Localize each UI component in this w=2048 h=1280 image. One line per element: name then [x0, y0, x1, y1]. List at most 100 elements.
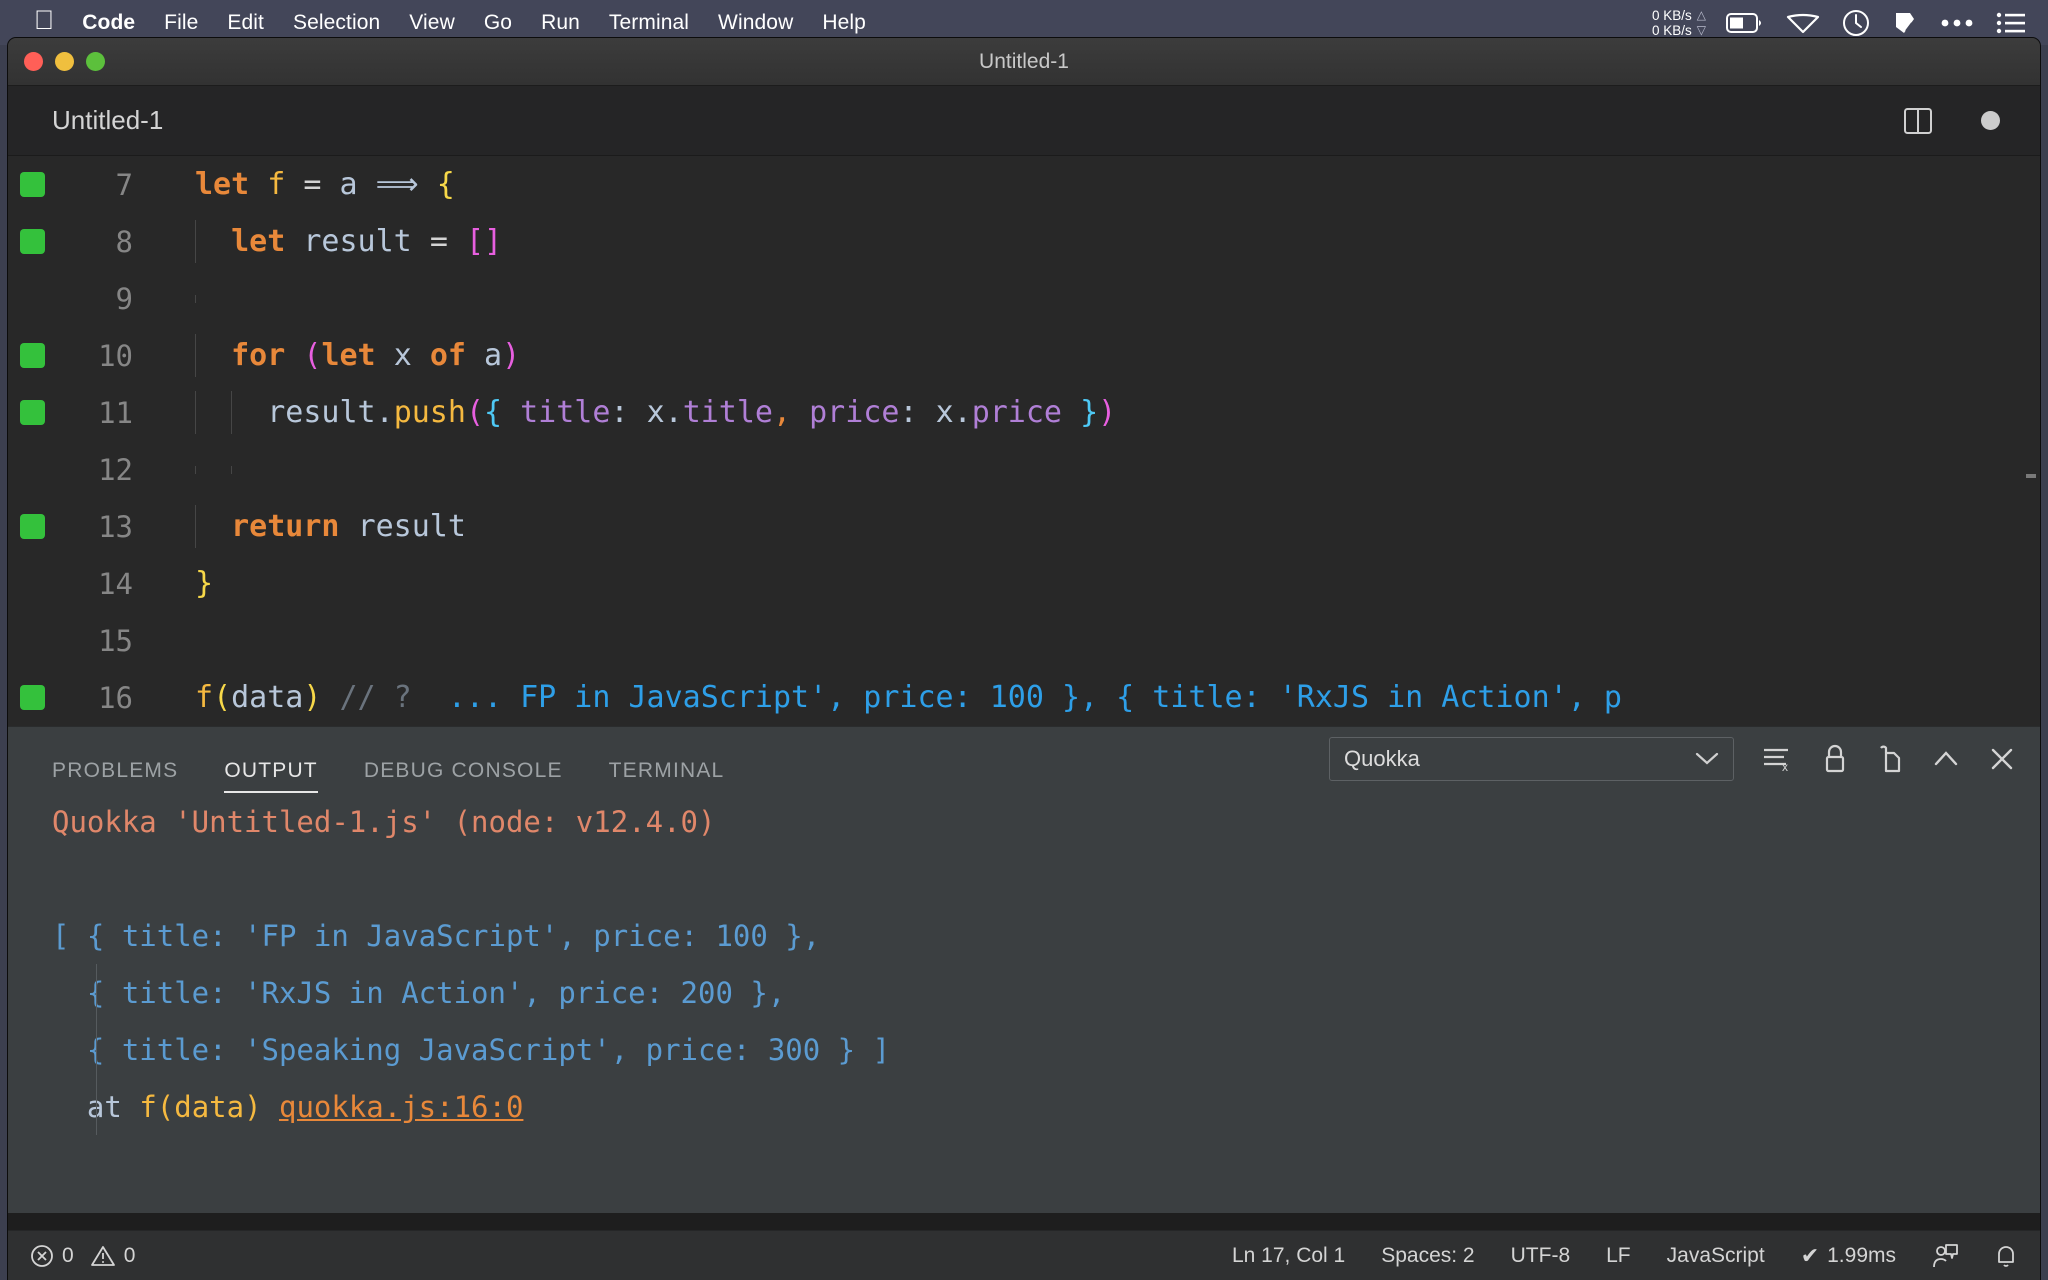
menu-item-selection[interactable]: Selection	[293, 11, 380, 35]
lock-scroll-icon[interactable]	[1822, 744, 1848, 774]
editor-scrollbar-thumb[interactable]	[2026, 474, 2036, 478]
panel-tab-debug-console[interactable]: DEBUG CONSOLE	[364, 759, 563, 793]
dropbox-icon[interactable]	[1892, 9, 1918, 37]
status-bar: 0 0 Ln 17, Col 1 Spaces: 2 UTF-8 LF Java…	[8, 1230, 2040, 1280]
menu-item-go[interactable]: Go	[484, 11, 512, 35]
code-token: {	[436, 167, 455, 202]
maximize-panel-icon[interactable]	[1932, 745, 1960, 773]
run-marker-icon[interactable]	[8, 685, 56, 710]
run-marker-icon[interactable]	[8, 400, 56, 425]
control-center-icon[interactable]	[1996, 12, 2026, 34]
chevron-down-icon	[1695, 752, 1719, 766]
output-channel-select[interactable]: Quokka	[1329, 737, 1734, 781]
output-content[interactable]: Quokka 'Untitled-1.js' (node: v12.4.0) [ …	[8, 793, 2040, 1213]
error-count: 0	[62, 1243, 74, 1267]
editor-tab-untitled-1[interactable]: Untitled-1	[52, 105, 163, 136]
panel-tab-output[interactable]: OUTPUT	[224, 759, 318, 793]
code-token: (	[213, 680, 232, 715]
run-marker-icon[interactable]	[8, 229, 56, 254]
indent-guide	[195, 505, 196, 548]
code-token: }	[195, 566, 214, 601]
feedback-icon[interactable]	[1932, 1243, 1958, 1269]
status-encoding[interactable]: UTF-8	[1511, 1244, 1571, 1268]
code-token: )	[502, 338, 521, 373]
clear-output-icon[interactable]: x	[1762, 744, 1794, 774]
code-line[interactable]: 9	[8, 270, 2040, 327]
split-editor-icon[interactable]	[1903, 106, 1933, 136]
run-marker-icon[interactable]	[8, 343, 56, 368]
menu-item-file[interactable]: File	[164, 11, 198, 35]
menu-item-code[interactable]: Code	[82, 11, 135, 35]
run-marker-icon[interactable]	[8, 172, 56, 197]
code-line[interactable]: 12	[8, 441, 2040, 498]
code-token: let	[321, 338, 376, 373]
code-token: for	[231, 338, 286, 373]
status-eol[interactable]: LF	[1606, 1244, 1631, 1268]
close-panel-icon[interactable]	[1988, 745, 2016, 773]
code-token: .	[664, 395, 683, 430]
status-language-mode[interactable]: JavaScript	[1667, 1244, 1765, 1268]
menu-item-terminal[interactable]: Terminal	[609, 11, 689, 35]
vscode-window: Untitled-1 Untitled-1 7 let f = a ⟹ {8 le…	[8, 38, 2040, 1280]
code-editor[interactable]: 7 let f = a ⟹ {8 let result = [] 9 10 for (…	[8, 156, 2040, 726]
status-indentation[interactable]: Spaces: 2	[1381, 1244, 1474, 1268]
code-line[interactable]: 13 return result	[8, 498, 2040, 555]
code-line[interactable]: 7 let f = a ⟹ {	[8, 156, 2040, 213]
code-token: f	[195, 680, 214, 715]
menu-item-edit[interactable]: Edit	[227, 11, 264, 35]
battery-icon[interactable]	[1726, 12, 1764, 33]
menu-item-run[interactable]: Run	[541, 11, 580, 35]
clock-icon[interactable]	[1842, 9, 1870, 37]
panel-tab-terminal[interactable]: TERMINAL	[609, 759, 725, 793]
code-token: []	[465, 224, 503, 259]
code-line[interactable]: 14}	[8, 555, 2040, 612]
editor-tab-bar: Untitled-1	[8, 86, 2040, 156]
code-line[interactable]: 15	[8, 612, 2040, 669]
run-marker-icon[interactable]	[8, 514, 56, 539]
code-token: f	[267, 167, 286, 202]
menu-item-help[interactable]: Help	[822, 11, 866, 35]
code-token: ⟹	[375, 167, 419, 202]
code-token: let	[231, 224, 286, 259]
code-token: title	[682, 395, 773, 430]
output-line: at f(data) quokka.js:16:0	[8, 1078, 2040, 1135]
output-indent-guide	[96, 1021, 97, 1078]
panel-tab-problems[interactable]: PROBLEMS	[52, 759, 178, 793]
output-indent-guide	[96, 1078, 97, 1135]
status-quokka-time[interactable]: ✔ 1.99ms	[1801, 1243, 1896, 1269]
status-cursor-position[interactable]: Ln 17, Col 1	[1232, 1244, 1345, 1268]
apple-icon[interactable]: 	[34, 7, 54, 34]
status-problems[interactable]: 0 0	[30, 1244, 135, 1268]
ellipsis-icon[interactable]	[1940, 18, 1974, 28]
code-token: :	[899, 395, 918, 430]
code-token: result	[357, 509, 466, 544]
output-line: { title: 'RxJS in Action', price: 200 },	[8, 964, 2040, 1021]
wifi-icon[interactable]	[1786, 12, 1820, 34]
line-number: 7	[115, 167, 133, 202]
network-speed-indicator[interactable]: 0 KB/s 0 KB/s △ ▽	[1652, 8, 1706, 38]
code-line[interactable]: 8 let result = []	[8, 213, 2040, 270]
indent-guide	[195, 294, 196, 303]
output-lines: Quokka 'Untitled-1.js' (node: v12.4.0) [ …	[8, 793, 2040, 1135]
code-line[interactable]: 11 result.push({ title: x.title, price: …	[8, 384, 2040, 441]
menu-item-window[interactable]: Window	[718, 11, 793, 35]
code-line-text: }	[141, 566, 213, 601]
menu-item-view[interactable]: View	[409, 11, 455, 35]
output-source-link[interactable]: quokka.js:16:0	[279, 1090, 523, 1124]
indent-guide	[231, 465, 232, 474]
bell-icon[interactable]	[1994, 1243, 2018, 1269]
code-line[interactable]: 10 for (let x of a)	[8, 327, 2040, 384]
code-line[interactable]: 16 f(data) // ? ... FP in JavaScript', pr…	[8, 669, 2040, 726]
open-in-editor-icon[interactable]	[1876, 744, 1904, 774]
editor-scrollbar[interactable]	[2022, 156, 2040, 726]
code-token: =	[303, 167, 322, 202]
unsaved-dot-icon[interactable]	[1981, 111, 2000, 130]
window-titlebar: Untitled-1	[8, 38, 2040, 86]
